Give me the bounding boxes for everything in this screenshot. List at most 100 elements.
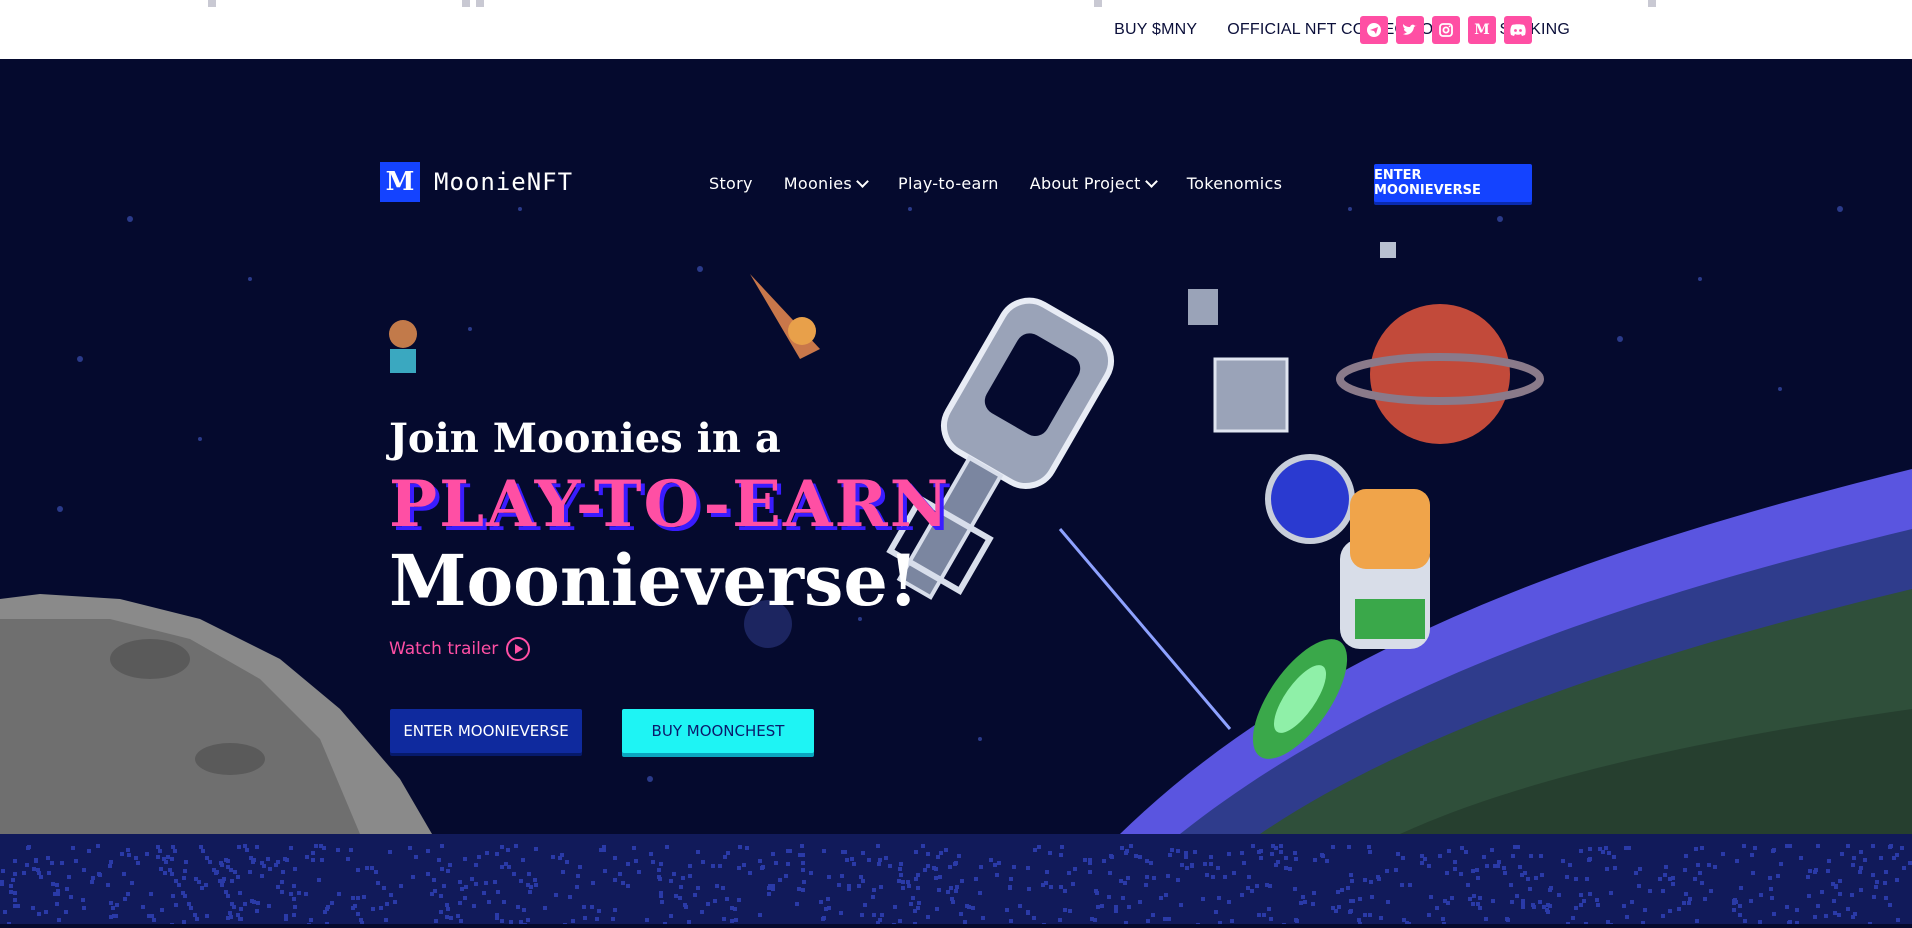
ground-pixel xyxy=(1396,852,1400,856)
ground-pixel xyxy=(713,899,717,903)
ground-pixel xyxy=(576,874,580,878)
ground-pixel xyxy=(1350,879,1354,883)
ground-pixel xyxy=(60,861,64,865)
ground-pixel xyxy=(926,915,930,919)
ground-pixel xyxy=(959,912,963,916)
ground-pixel xyxy=(568,895,572,899)
ground-pixel xyxy=(1475,868,1479,872)
discord-icon[interactable] xyxy=(1504,16,1532,44)
ground-pixel xyxy=(1851,863,1855,867)
ground-pixel xyxy=(715,884,719,888)
ground-pixel xyxy=(1607,851,1611,855)
ground-pixel xyxy=(74,859,78,863)
medium-icon[interactable]: M xyxy=(1468,16,1496,44)
ground-pixel xyxy=(1301,895,1305,899)
enter-moonieverse-nav-button[interactable]: ENTER MOONIEVERSE xyxy=(1374,164,1532,202)
ground-pixel xyxy=(174,879,178,883)
ground-pixel xyxy=(1438,854,1442,858)
ground-pixel xyxy=(1516,845,1520,849)
ground-pixel xyxy=(1311,902,1315,906)
ground-pixel xyxy=(3,910,7,914)
hero-title-line1: Join Moonies in a xyxy=(389,415,781,462)
ground-pixel xyxy=(1232,871,1236,875)
nav-item-moonies[interactable]: Moonies xyxy=(784,174,869,193)
ground-pixel xyxy=(665,845,669,849)
enter-moonieverse-button[interactable]: ENTER MOONIEVERSE xyxy=(390,709,582,753)
nav-item-story[interactable]: Story xyxy=(709,174,753,193)
ground-pixel xyxy=(1684,892,1688,896)
ground-pixel xyxy=(1871,844,1875,848)
ground-pixel xyxy=(292,913,296,917)
ground-pixel xyxy=(426,872,430,876)
ground-pixel xyxy=(200,886,204,890)
ground-pixel xyxy=(440,844,444,848)
ground-pixel xyxy=(1795,908,1799,912)
twitter-icon[interactable] xyxy=(1396,16,1424,44)
nav-item-play-to-earn[interactable]: Play-to-earn xyxy=(898,174,999,193)
ground-pixel xyxy=(871,895,875,899)
ground-pixel xyxy=(1033,848,1037,852)
ground-pixel xyxy=(688,864,692,868)
ground-pixel xyxy=(197,880,201,884)
ground-pixel xyxy=(1459,872,1463,876)
ground-pixel xyxy=(1279,850,1283,854)
ground-pixel xyxy=(448,863,452,867)
ground-pixel xyxy=(1009,877,1013,881)
ground-pixel xyxy=(1859,850,1863,854)
ground-pixel xyxy=(1429,895,1433,899)
ground-pixel xyxy=(1357,918,1361,922)
ground-pixel xyxy=(837,883,841,887)
ground-pixel xyxy=(521,858,525,862)
ground-pixel xyxy=(939,851,943,855)
ground-pixel xyxy=(449,916,453,920)
ground-pixel xyxy=(463,896,467,900)
ground-pixel xyxy=(1637,884,1641,888)
top-divider-mark xyxy=(1094,0,1102,7)
ground-pixel xyxy=(1223,875,1227,879)
ground-pixel xyxy=(822,849,826,853)
ground-pixel xyxy=(657,875,661,879)
ground-pixel xyxy=(1259,849,1263,853)
ground-pixel xyxy=(9,890,13,894)
logo-text: MoonieNFT xyxy=(434,168,574,196)
buy-moonchest-button[interactable]: BUY MOONCHEST xyxy=(622,709,814,753)
nav-item-tokenomics[interactable]: Tokenomics xyxy=(1187,174,1282,193)
ground-pixel xyxy=(1100,904,1104,908)
watch-trailer-link[interactable]: Watch trailer xyxy=(389,637,531,661)
ground-pixel xyxy=(173,849,177,853)
ground-pixel xyxy=(1320,853,1324,857)
ground-pixel xyxy=(723,855,727,859)
ground-pixel xyxy=(1468,897,1472,901)
ground-pixel xyxy=(55,883,59,887)
ground-pixel xyxy=(613,908,617,912)
instagram-icon[interactable] xyxy=(1432,16,1460,44)
ground-pixel xyxy=(474,882,478,886)
nav-item-about-project[interactable]: About Project xyxy=(1030,174,1158,193)
ground-pixel xyxy=(737,898,741,902)
ground-pixel xyxy=(477,855,481,859)
ground-pixel xyxy=(634,859,638,863)
ground-pixel xyxy=(1520,873,1524,877)
ground-pixel xyxy=(626,884,630,888)
ground-pixel xyxy=(232,905,236,909)
ground-pixel xyxy=(280,890,284,894)
ground-pixel xyxy=(681,876,685,880)
ground-pixel xyxy=(456,914,460,918)
ground-pixel xyxy=(543,906,547,910)
ground-pixel xyxy=(827,906,831,910)
ground-pixel xyxy=(767,886,771,890)
ground-pixel xyxy=(1331,906,1335,910)
ground-pixel xyxy=(13,891,17,895)
buy-mny-link[interactable]: BUY $MNY xyxy=(1114,21,1197,39)
ground-pixel xyxy=(1152,876,1156,880)
ground-pixel xyxy=(1751,871,1755,875)
ground-pixel xyxy=(1596,903,1600,907)
ground-pixel xyxy=(126,848,130,852)
ground-pixel xyxy=(1201,897,1205,901)
ground-pixel xyxy=(55,902,59,906)
ground-pixel xyxy=(860,913,864,917)
ground-pixel xyxy=(1534,876,1538,880)
ground-pixel xyxy=(26,846,30,850)
site-logo[interactable]: M MoonieNFT xyxy=(380,162,573,202)
telegram-icon[interactable] xyxy=(1360,16,1388,44)
